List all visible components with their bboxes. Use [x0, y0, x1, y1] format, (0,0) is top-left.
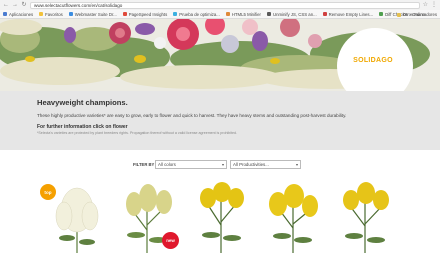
bookmark-prueba[interactable]: Prueba de optimiza... [173, 12, 220, 17]
bookmark-label: Otros marcadores [402, 12, 437, 17]
product-card[interactable] [330, 180, 400, 253]
folder-icon [396, 12, 401, 17]
bookmark-label: Remove Empty Lines... [328, 11, 374, 17]
chevron-down-icon: ▾ [295, 162, 298, 167]
intro-title: Heavyweight champions. [37, 98, 128, 107]
back-icon[interactable]: ← [3, 0, 9, 10]
productivities-select-value: All Productivities... [233, 162, 269, 167]
bookmark-apps[interactable]: Aplicaciones [3, 12, 33, 17]
bookmark-label: Webmaster Suite Dr... [74, 11, 117, 17]
bookmark-remove-lines[interactable]: Remove Empty Lines... [322, 11, 374, 17]
bookmark-icon [266, 12, 271, 16]
bookmark-label: PageSpeed Insights [128, 11, 168, 17]
new-badge-label: new [166, 238, 175, 243]
category-badge-label: SOLIDAGO [353, 56, 393, 64]
filter-bar: FILTER BY All colors ▾ All Productivitie… [0, 159, 440, 171]
bookmark-unminify[interactable]: Unminify JS, CSS an... [266, 11, 317, 17]
bookmark-label: Favoritos [45, 11, 63, 17]
apps-icon [3, 12, 7, 16]
star-icon[interactable]: ☆ [423, 0, 428, 10]
product-card[interactable] [186, 180, 256, 253]
product-card[interactable] [258, 180, 328, 253]
product-grid [0, 180, 440, 253]
bookmark-pagespeed[interactable]: PageSpeed Insights [122, 11, 168, 17]
address-bar: ← → ↻ www.selectacutflowers.com/en/cat/s… [0, 0, 440, 10]
bookmark-icon [379, 12, 384, 16]
browser-window: ← → ↻ www.selectacutflowers.com/en/cat/s… [0, 0, 440, 253]
intro-body: These highly productive varieties* are e… [37, 113, 347, 118]
bookmark-webmaster[interactable]: Webmaster Suite Dr... [68, 11, 117, 17]
product-yellow-solidago-2-image [269, 184, 318, 253]
product-yellow-solidago-1-image [200, 182, 244, 253]
intro-link: For further information click on flower [37, 124, 128, 130]
forward-icon[interactable]: → [12, 0, 18, 10]
new-badge: new [162, 232, 179, 249]
bookmark-label: Prueba de optimiza... [179, 11, 220, 17]
product-yellow-solidago-3-image [343, 182, 389, 253]
top-badge: top [40, 184, 56, 200]
reload-icon[interactable]: ↻ [21, 0, 27, 10]
bookmark-label: Aplicaciones [9, 11, 34, 17]
chevron-down-icon: ▾ [221, 162, 224, 167]
bookmark-label: Unminify JS, CSS an... [272, 11, 317, 17]
filter-label: FILTER BY [133, 162, 155, 167]
star-icon [39, 12, 44, 16]
bookmark-favorites[interactable]: Favoritos [39, 12, 63, 17]
productivities-select[interactable]: All Productivities... ▾ [230, 160, 301, 169]
bookmark-icon [225, 12, 230, 16]
intro-note: *Selecta's varieties are protected by pl… [37, 131, 238, 135]
colors-select-value: All colors [158, 162, 176, 167]
bookmark-icon [122, 12, 127, 16]
menu-icon[interactable]: ⋮ [431, 0, 437, 10]
hero-banner: SOLIDAGO [0, 19, 440, 91]
bookmarks-bar: Aplicaciones Favoritos Webmaster Suite D… [0, 10, 440, 19]
url-field[interactable]: www.selectacutflowers.com/en/cat/solidag… [30, 1, 420, 9]
intro-section: Heavyweight champions. These highly prod… [0, 91, 440, 150]
bookmark-html5[interactable]: HTML5 Minifier [225, 11, 261, 17]
bookmark-icon [322, 12, 327, 16]
bookmark-other[interactable]: Otros marcadores [396, 10, 437, 18]
top-badge-label: top [44, 189, 52, 195]
bookmark-icon [68, 12, 73, 16]
bookmark-label: HTML5 Minifier [231, 11, 261, 17]
colors-select[interactable]: All colors ▾ [155, 160, 227, 169]
bookmark-icon [173, 12, 178, 16]
